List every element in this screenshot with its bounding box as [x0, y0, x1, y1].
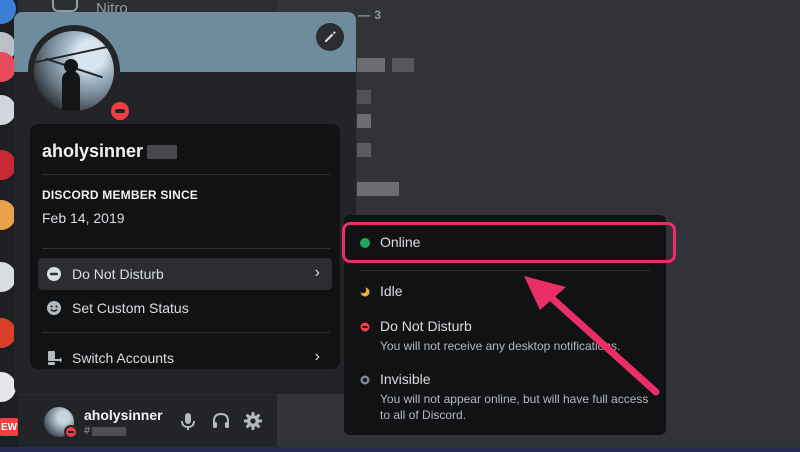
dnd-icon	[360, 322, 370, 332]
profile-info-box: aholysinner DISCORD MEMBER SINCE Feb 14,…	[30, 124, 340, 369]
chevron-right-icon: ›	[314, 348, 320, 365]
dnd-bar	[68, 431, 74, 433]
avatar[interactable]	[34, 31, 114, 111]
bottom-strip	[0, 447, 800, 452]
blurred-member	[392, 58, 414, 72]
members-count: — 3	[358, 8, 382, 22]
smile-icon	[47, 301, 61, 315]
blurred-member	[357, 90, 371, 104]
dnd-bar	[115, 109, 125, 113]
member-since-date: Feb 14, 2019	[42, 210, 125, 226]
nitro-icon	[52, 0, 78, 12]
member-since-label: DISCORD MEMBER SINCE	[42, 188, 199, 202]
status-option-desc: You will not appear online, but will hav…	[380, 392, 649, 422]
user-tag-text: #	[84, 425, 91, 437]
blurred-member	[357, 114, 371, 128]
online-highlight-box	[342, 222, 676, 263]
divider	[42, 248, 330, 249]
divider	[42, 332, 330, 333]
chevron-right-icon: ›	[314, 264, 320, 281]
discriminator-blur	[147, 145, 178, 160]
dnd-status-icon	[64, 425, 78, 439]
switch-accounts-item[interactable]: Switch Accounts ›	[38, 342, 332, 374]
invisible-icon	[360, 375, 370, 385]
switch-accounts-label: Switch Accounts	[72, 350, 174, 366]
custom-status-label: Set Custom Status	[72, 300, 189, 316]
status-menu-label: Do Not Disturb	[72, 266, 164, 282]
avatar-detail	[62, 71, 80, 111]
microphone-icon[interactable]	[178, 411, 198, 431]
blurred-member	[357, 143, 371, 157]
member-status-text	[356, 200, 666, 212]
edit-profile-button[interactable]	[316, 23, 344, 51]
username-text: aholysinner	[42, 141, 144, 161]
idle-moon-icon	[360, 287, 370, 297]
profile-popout: aholysinner DISCORD MEMBER SINCE Feb 14,…	[14, 12, 356, 394]
status-menu-item[interactable]: Do Not Disturb ›	[38, 258, 332, 290]
blurred-member	[357, 58, 385, 72]
avatar-frame	[28, 25, 132, 123]
status-option-label: Do Not Disturb	[380, 318, 472, 334]
divider	[42, 174, 330, 175]
status-option-label: Invisible	[380, 371, 431, 387]
status-option-desc: You will not receive any desktop notific…	[380, 339, 621, 353]
dnd-status-icon	[108, 99, 132, 123]
user-panel-name: aholysinner	[84, 407, 163, 423]
tag-blur	[92, 426, 127, 436]
pencil-icon	[325, 31, 336, 42]
user-panel: aholysinner #	[18, 395, 277, 447]
user-panel-tag: #	[84, 425, 127, 437]
gear-icon[interactable]	[243, 411, 263, 431]
profile-username: aholysinner	[42, 141, 178, 162]
set-custom-status-item[interactable]: Set Custom Status	[38, 292, 332, 324]
blurred-member	[357, 182, 399, 196]
switch-accounts-icon	[48, 351, 62, 365]
headphones-icon[interactable]	[211, 411, 231, 431]
dnd-icon	[47, 267, 61, 281]
divider	[360, 270, 650, 271]
status-option-label: Idle	[380, 283, 403, 299]
